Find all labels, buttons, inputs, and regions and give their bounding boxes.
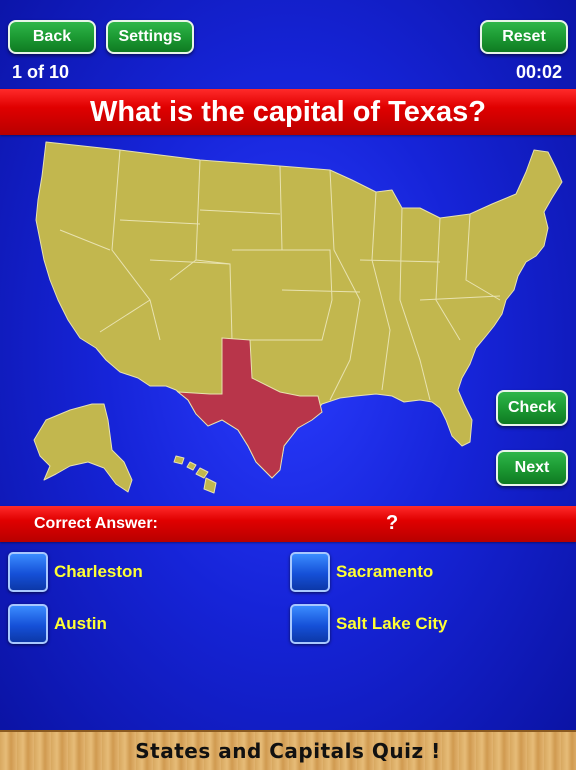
question-text: What is the capital of Texas? (90, 95, 486, 128)
question-banner: What is the capital of Texas? (0, 89, 576, 135)
option-1[interactable]: Charleston (8, 552, 143, 592)
reset-button[interactable]: Reset (480, 20, 568, 54)
hawaii-shape[interactable] (173, 455, 217, 494)
option-2-checkbox[interactable] (290, 552, 330, 592)
option-4-label: Salt Lake City (336, 614, 448, 633)
question-counter: 1 of 10 (12, 62, 70, 82)
option-3-checkbox[interactable] (8, 604, 48, 644)
option-3[interactable]: Austin (8, 604, 107, 644)
option-1-checkbox[interactable] (8, 552, 48, 592)
answer-bar: Correct Answer: ? (0, 506, 576, 542)
alaska-shape[interactable] (33, 403, 133, 493)
option-3-label: Austin (54, 614, 107, 633)
check-button[interactable]: Check (496, 390, 568, 426)
correct-answer-label: Correct Answer: (34, 515, 158, 532)
option-2-label: Sacramento (336, 562, 434, 581)
correct-answer-value: ? (386, 512, 399, 534)
us-map[interactable] (0, 135, 576, 505)
option-1-label: Charleston (54, 562, 143, 581)
settings-button[interactable]: Settings (106, 20, 194, 54)
option-4-checkbox[interactable] (290, 604, 330, 644)
app-title: States and Capitals Quiz ! (135, 739, 441, 763)
back-button[interactable]: Back (8, 20, 96, 54)
option-2[interactable]: Sacramento (290, 552, 433, 592)
footer-banner: States and Capitals Quiz ! (0, 730, 576, 770)
timer: 00:02 (515, 62, 562, 82)
next-button[interactable]: Next (496, 450, 568, 486)
option-4[interactable]: Salt Lake City (290, 604, 448, 644)
